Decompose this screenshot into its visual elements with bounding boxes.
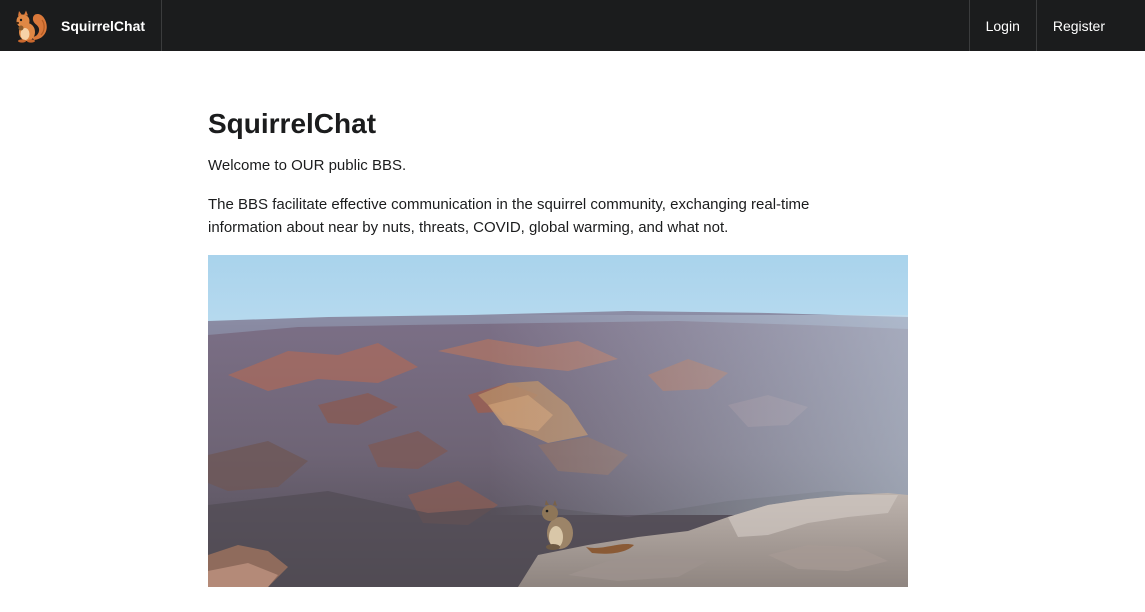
squirrel-icon [16, 10, 47, 43]
hero-image-grand-canyon-squirrel [208, 255, 908, 587]
brand-label: SquirrelChat [61, 17, 146, 34]
brand-home-link[interactable]: SquirrelChat [0, 0, 163, 51]
welcome-text: Welcome to OUR public BBS. [208, 157, 407, 174]
description-text: The BBS facilitate effective communicati… [208, 196, 810, 236]
navbar-spacer [162, 0, 969, 51]
page-title: SquirrelChat [208, 108, 377, 139]
top-navbar: SquirrelChat Login Register [0, 0, 1145, 51]
main-content: SquirrelChat Welcome to OUR public BBS. … [208, 96, 908, 587]
register-link[interactable]: Register [1035, 0, 1145, 51]
login-link[interactable]: Login [968, 0, 1036, 51]
